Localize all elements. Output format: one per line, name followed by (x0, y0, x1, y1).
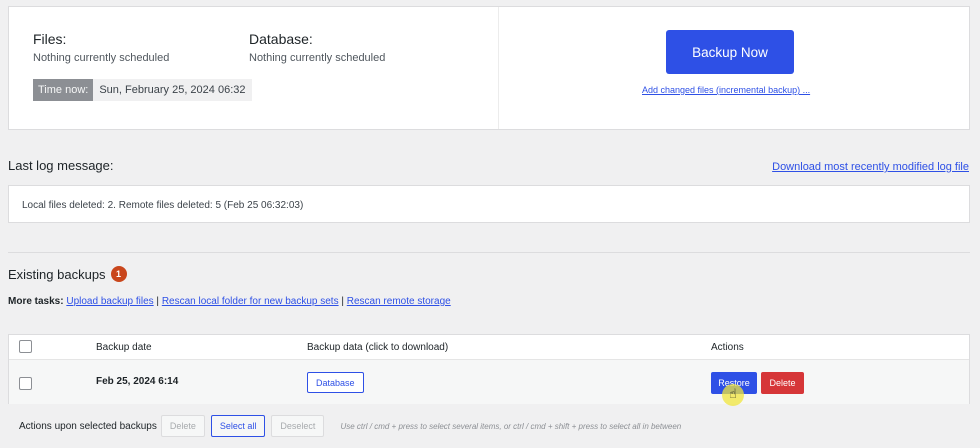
log-title: Last log message: (8, 158, 114, 173)
deselect-button[interactable]: Deselect (271, 415, 325, 437)
separator: | (341, 296, 344, 307)
bulk-delete-button[interactable]: Delete (160, 415, 205, 437)
delete-button[interactable]: Delete (761, 372, 804, 394)
selection-hint: Use ctrl / cmd + press to select several… (340, 421, 682, 431)
schedule-panel: Files: Nothing currently scheduled Datab… (8, 6, 970, 130)
upload-backup-files-link[interactable]: Upload backup files (66, 296, 153, 307)
files-title: Files: (33, 31, 67, 47)
existing-backups-heading: Existing backups 1 (8, 266, 127, 282)
select-all-button[interactable]: Select all (210, 415, 266, 437)
existing-backups-title: Existing backups (8, 266, 106, 282)
bulk-actions: Actions upon selected backups Delete Sel… (19, 415, 681, 437)
log-message: Local files deleted: 2. Remote files del… (22, 200, 304, 211)
database-schedule: Database: Nothing currently scheduled (249, 31, 385, 64)
separator: | (156, 296, 160, 307)
database-status: Nothing currently scheduled (249, 52, 386, 64)
time-now-value: Sun, February 25, 2024 06:32 (93, 79, 252, 101)
backup-date: Feb 25, 2024 6:14 (96, 376, 179, 387)
backups-table: Backup date Backup data (click to downlo… (8, 334, 970, 404)
files-schedule: Files: Nothing currently scheduled (33, 31, 169, 64)
section-divider (8, 252, 970, 253)
rescan-local-link[interactable]: Rescan local folder for new backup sets (162, 296, 339, 307)
bulk-actions-label: Actions upon selected backups (19, 420, 157, 432)
rescan-remote-link[interactable]: Rescan remote storage (347, 296, 451, 307)
panel-divider (498, 7, 499, 129)
table-row: Feb 25, 2024 6:14 Database Restore Delet… (9, 360, 969, 404)
log-message-box: Local files deleted: 2. Remote files del… (8, 185, 970, 223)
database-title: Database: (249, 31, 313, 47)
incremental-backup-link[interactable]: Add changed files (incremental backup) .… (642, 85, 810, 95)
pointer-hand-icon: ☝ (729, 387, 737, 402)
download-log-link[interactable]: Download most recently modified log file (772, 161, 969, 173)
time-now: Time now: Sun, February 25, 2024 06:32 (33, 79, 252, 101)
more-tasks: More tasks: Upload backup files | Rescan… (8, 296, 451, 307)
backup-count-badge: 1 (110, 266, 127, 282)
header-actions: Actions (711, 342, 744, 353)
more-tasks-label: More tasks: (8, 296, 64, 307)
backup-now-button[interactable]: Backup Now (666, 30, 794, 74)
files-status: Nothing currently scheduled (33, 52, 170, 64)
header-backup-data: Backup data (click to download) (307, 342, 449, 353)
time-now-label: Time now: (33, 79, 94, 101)
header-backup-date: Backup date (96, 342, 152, 353)
select-all-checkbox[interactable] (19, 340, 32, 353)
database-download-button[interactable]: Database (307, 372, 364, 393)
cursor-highlight: ☝ (722, 384, 744, 406)
table-header: Backup date Backup data (click to downlo… (9, 335, 969, 360)
row-checkbox[interactable] (19, 377, 32, 390)
